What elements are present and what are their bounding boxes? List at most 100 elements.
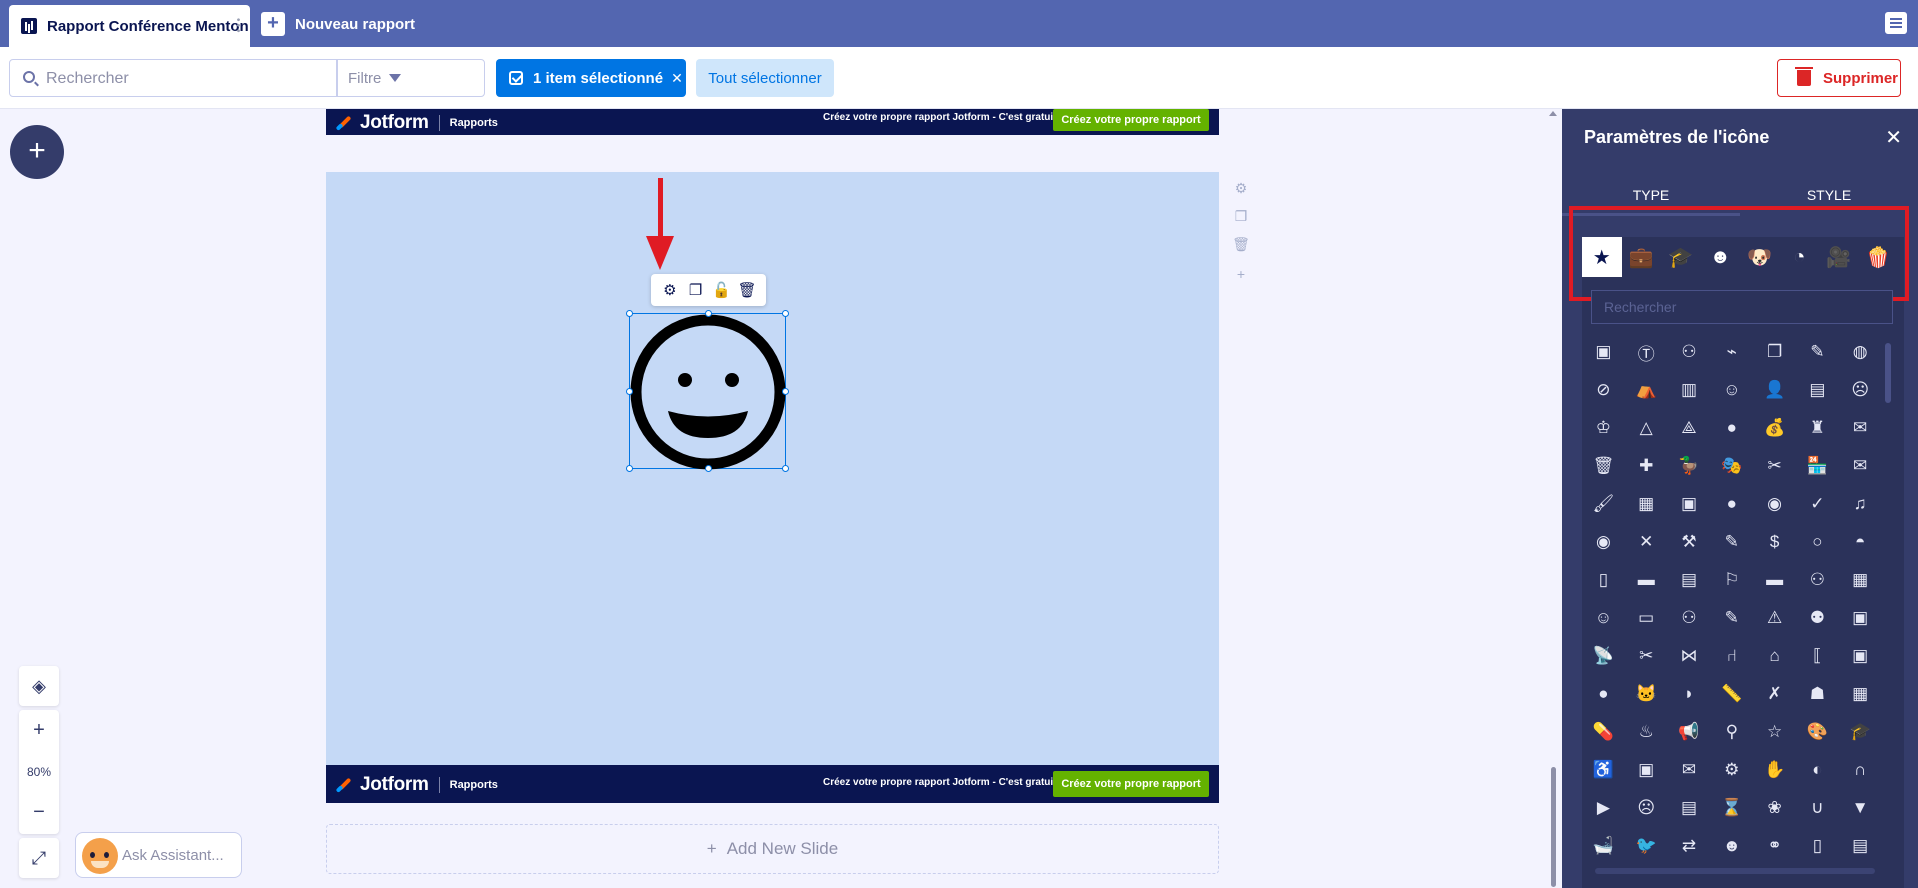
accessibility-icon[interactable]: ♿ [1582, 751, 1625, 789]
zoom-in-icon[interactable]: + [19, 710, 59, 751]
user-search-icon[interactable]: ⚲ [1710, 713, 1753, 751]
slide-settings-icon[interactable]: ⚙ [1230, 177, 1252, 199]
slide-delete-icon[interactable]: 🗑 [1230, 233, 1252, 255]
helmet-icon[interactable]: ◓ [1839, 523, 1882, 561]
fullscreen-icon[interactable]: ⤢ [19, 838, 59, 878]
bandage-icon[interactable]: ✕ [1625, 523, 1668, 561]
resize-handle[interactable] [626, 388, 633, 395]
satellite-icon[interactable]: 📡 [1582, 637, 1625, 675]
new-report-button[interactable]: + Nouveau rapport [261, 12, 415, 36]
ribbon-icon[interactable]: ⋈ [1668, 637, 1711, 675]
resize-handle[interactable] [782, 465, 789, 472]
resize-handle[interactable] [782, 388, 789, 395]
duck-icon[interactable]: 🦆 [1668, 447, 1711, 485]
menu-icon[interactable] [1885, 12, 1907, 34]
people-icon[interactable]: ⚇ [1668, 333, 1711, 371]
magnet-icon[interactable]: ∪ [1796, 789, 1839, 827]
bracket-icon[interactable]: ⟦ [1796, 637, 1839, 675]
selected-icon-element[interactable] [626, 310, 789, 472]
hand-icon[interactable]: ✋ [1753, 751, 1796, 789]
poop-outline-icon[interactable]: ○ [1796, 523, 1839, 561]
smile-icon[interactable]: ☺ [1582, 599, 1625, 637]
select-all-button[interactable]: Tout sélectionner [696, 59, 834, 97]
panel-horizontal-scrollbar[interactable] [1595, 868, 1875, 874]
jar-icon[interactable]: ▯ [1796, 827, 1839, 865]
cat-icon[interactable]: 🐱 [1625, 675, 1668, 713]
video-icon[interactable]: ▶ [1582, 789, 1625, 827]
icon-search-input[interactable]: Rechercher [1591, 290, 1893, 324]
robot-icon[interactable]: ☗ [1796, 675, 1839, 713]
slide-duplicate-icon[interactable]: ❐ [1230, 205, 1252, 227]
shapes-icon[interactable]: △ [1625, 409, 1668, 447]
copy-icon[interactable]: ❐ [1753, 333, 1796, 371]
monitor-icon[interactable]: ▣ [1839, 637, 1882, 675]
crossed-tools-icon[interactable]: ✂ [1753, 447, 1796, 485]
spa-icon[interactable]: ❀ [1753, 789, 1796, 827]
add-slide-button[interactable]: + Add New Slide [326, 824, 1219, 874]
money-bag-icon[interactable]: 💰 [1753, 409, 1796, 447]
lock-icon[interactable]: 🔓 [712, 281, 731, 299]
signal-off-icon[interactable]: ⌁ [1710, 333, 1753, 371]
blob-icon[interactable]: ● [1710, 409, 1753, 447]
slime-icon[interactable]: ● [1710, 485, 1753, 523]
cap-icon[interactable]: 🎓 [1839, 713, 1882, 751]
brush-icon[interactable]: 🖌 [1582, 485, 1625, 523]
credit-card-icon[interactable]: ▭ [1625, 599, 1668, 637]
tools-off-icon[interactable]: ⚒ [1668, 523, 1711, 561]
panel-scrollbar[interactable] [1884, 333, 1892, 873]
resize-handle[interactable] [782, 310, 789, 317]
canvas-scrollbar[interactable] [1549, 111, 1557, 888]
delete-button[interactable]: Supprimer [1777, 59, 1901, 97]
settings-icon[interactable]: ⚙ [661, 281, 679, 299]
ninja-icon[interactable]: ◐ [1796, 751, 1839, 789]
file-gear-icon[interactable]: ▤ [1796, 371, 1839, 409]
mail-open-icon[interactable]: ✉ [1839, 447, 1882, 485]
smiley-icon[interactable]: ☻ [1710, 827, 1753, 865]
tower-icon[interactable]: ♜ [1796, 409, 1839, 447]
clipboard-icon[interactable]: ▤ [1668, 789, 1711, 827]
table-icon[interactable]: ▦ [1839, 675, 1882, 713]
filter-button[interactable]: Filtre [337, 59, 485, 97]
user-icon[interactable]: 👤 [1753, 371, 1796, 409]
mail-outline-icon[interactable]: ✉ [1668, 751, 1711, 789]
safe-icon[interactable]: ▣ [1668, 485, 1711, 523]
triangle-icon[interactable]: ⟁ [1668, 409, 1711, 447]
blob-alt-icon[interactable]: ● [1582, 675, 1625, 713]
note-edit-icon[interactable]: ✎ [1710, 599, 1753, 637]
globe-icon[interactable]: ◍ [1839, 333, 1882, 371]
ruler-icon[interactable]: 📏 [1710, 675, 1753, 713]
devil-icon[interactable]: ☹ [1839, 371, 1882, 409]
ask-assistant-button[interactable]: Ask Assistant... [75, 832, 242, 878]
dollar-message-icon[interactable]: $ [1753, 523, 1796, 561]
slide-add-icon[interactable]: + [1230, 263, 1252, 285]
close-icon[interactable]: ✕ [1885, 125, 1902, 150]
bath-icon[interactable]: 🛁 [1582, 827, 1625, 865]
resize-handle[interactable] [626, 310, 633, 317]
calculator-icon[interactable]: ▦ [1625, 485, 1668, 523]
inbox-icon[interactable]: ▣ [1839, 599, 1882, 637]
pencil-icon[interactable]: ✎ [1796, 333, 1839, 371]
resize-handle[interactable] [705, 310, 712, 317]
user-check-icon[interactable]: ✓ [1796, 485, 1839, 523]
promo-button[interactable]: Créez votre propre rapport [1053, 109, 1209, 131]
family-icon[interactable]: ⚇ [1796, 561, 1839, 599]
add-element-button[interactable]: + [10, 125, 64, 179]
bird-icon[interactable]: 🐦 [1625, 827, 1668, 865]
barcode-icon[interactable]: ▥ [1668, 371, 1711, 409]
mask-icon[interactable]: 🎭 [1710, 447, 1753, 485]
duplicate-icon[interactable]: ❐ [687, 281, 705, 299]
arch-icon[interactable]: ∩ [1839, 751, 1882, 789]
id-badge-icon[interactable]: ▯ [1582, 561, 1625, 599]
chair-icon[interactable]: ⑁ [1710, 637, 1753, 675]
qr-code-icon[interactable]: ▦ [1839, 561, 1882, 599]
tab-rapport[interactable]: Rapport Conférence Menton [9, 5, 250, 47]
record-icon[interactable]: ◉ [1582, 523, 1625, 561]
resize-handle[interactable] [626, 465, 633, 472]
wolf-icon[interactable]: ▼ [1839, 789, 1882, 827]
hourglass-icon[interactable]: ⌛ [1710, 789, 1753, 827]
folder-user-icon[interactable]: ▬ [1753, 561, 1796, 599]
archive-icon[interactable]: ▤ [1839, 827, 1882, 865]
wrench-off-icon[interactable]: ✗ [1753, 675, 1796, 713]
zoom-out-icon[interactable]: − [19, 792, 59, 833]
promo-button[interactable]: Créez votre propre rapport [1053, 771, 1209, 797]
